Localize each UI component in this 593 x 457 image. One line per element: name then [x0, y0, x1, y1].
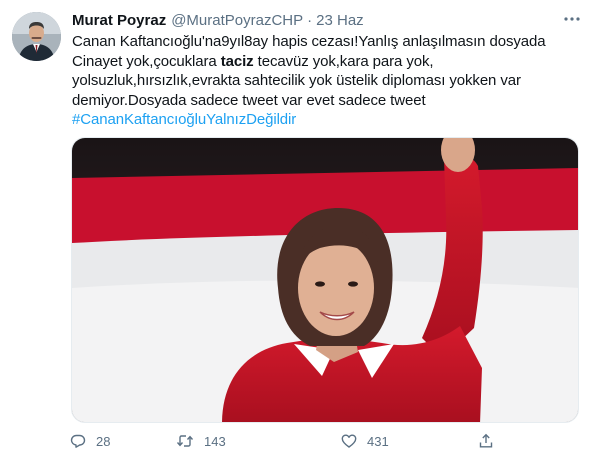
author-handle[interactable]: @MuratPoyrazCHP	[171, 12, 303, 29]
tweet-text-line: demiyor.Dosyada sadece tweet var evet sa…	[72, 91, 582, 111]
reply-icon	[70, 434, 86, 448]
reply-count: 28	[96, 433, 111, 449]
tweet-photo[interactable]	[71, 137, 579, 423]
reply-button[interactable]: 28	[70, 433, 110, 449]
tweet-actions: 28 143 431	[70, 430, 510, 452]
separator-dot: ·	[307, 11, 313, 29]
like-button[interactable]: 431	[341, 433, 389, 449]
avatar[interactable]	[12, 12, 61, 61]
tweet-timestamp[interactable]: 23 Haz	[316, 12, 364, 29]
retweet-icon	[176, 435, 194, 447]
more-options-button[interactable]	[563, 12, 581, 26]
text-segment: Canan Kaftancıoğlu'na9yıl8ay hapis cezas…	[72, 33, 546, 50]
tweet-text-line: yolsuzluk,hırsızlık,evrakta sahtecilik y…	[72, 71, 582, 91]
tweet-text-line: Cinayet yok,çocuklara taciz tecavüz yok,…	[72, 52, 582, 72]
retweet-button[interactable]: 143	[176, 433, 226, 449]
tweet[interactable]: Murat Poyraz @MuratPoyrazCHP · 23 Haz Ca…	[0, 0, 593, 457]
tweet-text-line: Canan Kaftancıoğlu'na9yıl8ay hapis cezas…	[72, 32, 582, 52]
hashtag-link[interactable]: #CananKaftancıoğluYalnızDeğildir	[72, 111, 296, 128]
author-name[interactable]: Murat Poyraz	[72, 12, 166, 29]
heart-icon	[341, 434, 357, 448]
text-segment: yolsuzluk,hırsızlık,evrakta sahtecilik y…	[72, 72, 521, 89]
text-segment: tecavüz yok,kara para yok,	[253, 52, 434, 70]
photo-image	[72, 138, 578, 422]
text-segment: Cinayet yok,çocuklara	[72, 52, 221, 70]
tweet-header: Murat Poyraz @MuratPoyrazCHP · 23 Haz	[72, 10, 364, 30]
tweet-text: Canan Kaftancıoğlu'na9yıl8ay hapis cezas…	[72, 32, 582, 130]
like-count: 431	[367, 433, 389, 449]
tweet-text-line: #CananKaftancıoğluYalnızDeğildir	[72, 110, 582, 130]
retweet-count: 143	[204, 433, 226, 449]
share-icon	[479, 433, 493, 448]
more-horizontal-icon	[564, 17, 580, 21]
share-button[interactable]	[478, 433, 494, 449]
text-segment: demiyor.Dosyada sadece tweet var evet sa…	[72, 91, 426, 109]
bold-keyword: taciz	[220, 52, 254, 70]
